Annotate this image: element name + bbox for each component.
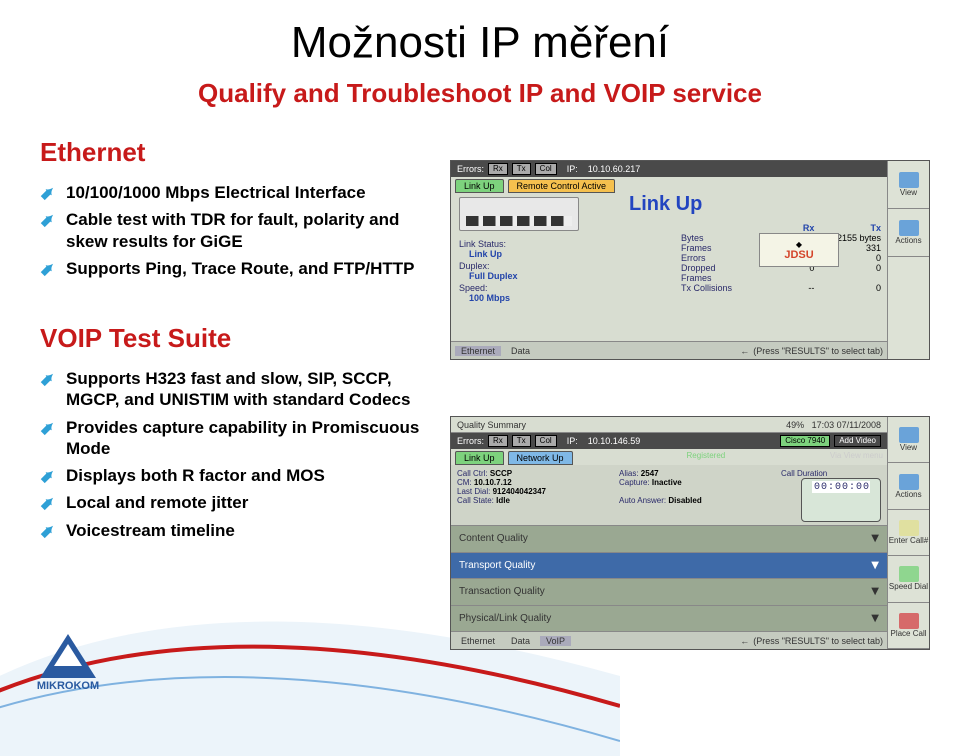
quality-bars: Content Quality▶ Transport Quality▶ Tran… (451, 525, 887, 631)
speed-dial-button[interactable]: Speed Dial (888, 556, 929, 602)
place-call-icon (899, 613, 919, 629)
results-hint: (Press "RESULTS" to select tab) (753, 636, 883, 646)
transport-quality-bar[interactable]: Transport Quality▶ (451, 552, 887, 579)
data-tab[interactable]: Data (505, 636, 536, 646)
voip-tab[interactable]: VoIP (540, 636, 571, 646)
bullet-item: Cable test with TDR for fault, polarity … (40, 209, 430, 252)
bullet-item: Provides capture capability in Promiscuo… (40, 417, 430, 460)
expand-icon: ▶ (870, 561, 881, 569)
arrow-icon: ← (740, 636, 749, 646)
expand-icon: ▶ (870, 614, 881, 622)
physical-link-quality-bar[interactable]: Physical/Link Quality▶ (451, 605, 887, 632)
section-voip-heading: VOIP Test Suite (40, 323, 960, 354)
bullet-item: Supports H323 fast and slow, SIP, SCCP, … (40, 368, 430, 411)
speed-dial-icon (899, 566, 919, 582)
ethernet-bullets: 10/100/1000 Mbps Electrical Interface Ca… (40, 182, 430, 279)
transaction-quality-bar[interactable]: Transaction Quality▶ (451, 578, 887, 605)
page-subtitle: Qualify and Troubleshoot IP and VOIP ser… (0, 78, 960, 109)
ethernet-tab[interactable]: Ethernet (455, 636, 501, 646)
place-call-button[interactable]: Place Call (888, 603, 929, 649)
bullet-item: Supports Ping, Trace Route, and FTP/HTTP (40, 258, 430, 279)
mikrokom-logo: MIKROKOM (18, 634, 118, 704)
bullet-item: Displays both R factor and MOS (40, 465, 430, 486)
expand-icon: ▶ (870, 588, 881, 596)
bullet-item: Local and remote jitter (40, 492, 430, 513)
page-title: Možnosti IP měření (0, 0, 960, 68)
bullet-item: 10/100/1000 Mbps Electrical Interface (40, 182, 430, 203)
logo-text: MIKROKOM (37, 680, 99, 692)
voip-bullets: Supports H323 fast and slow, SIP, SCCP, … (40, 368, 430, 541)
bullet-item: Voicestream timeline (40, 520, 430, 541)
section-ethernet-heading: Ethernet (40, 137, 960, 168)
